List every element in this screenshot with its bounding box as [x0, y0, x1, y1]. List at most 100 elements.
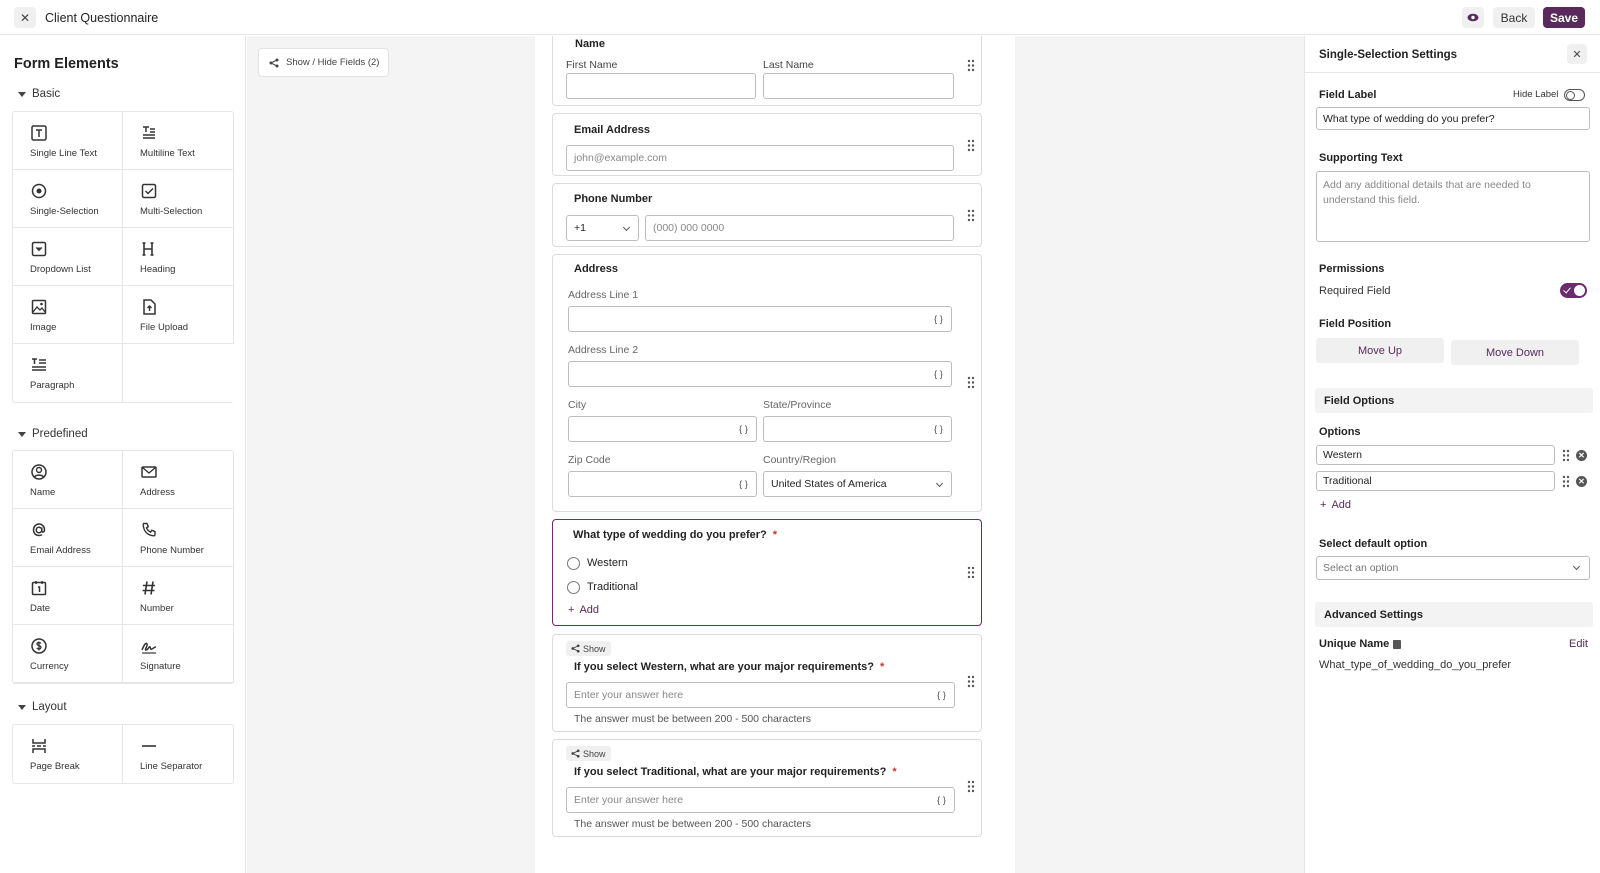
- field-card-western-requirements[interactable]: Show If you select Western, what are you…: [552, 634, 982, 732]
- move-down-button[interactable]: Move Down: [1451, 340, 1579, 365]
- variable-braces-icon[interactable]: { }: [739, 479, 748, 490]
- variable-braces-icon[interactable]: { }: [937, 795, 946, 806]
- element-dropdown-list[interactable]: Dropdown List: [13, 228, 123, 286]
- field-card-email[interactable]: Email Address john@example.com: [552, 113, 982, 176]
- field-card-phone[interactable]: Phone Number +1 (000) 000 0000: [552, 183, 982, 247]
- image-icon: [31, 299, 47, 315]
- hide-label-text: Hide Label: [1513, 89, 1559, 100]
- drag-handle-icon[interactable]: [967, 209, 975, 222]
- drag-handle-icon[interactable]: [967, 675, 975, 688]
- last-name-input[interactable]: [763, 73, 954, 99]
- element-phone-number[interactable]: Phone Number: [123, 509, 234, 567]
- field-card-address[interactable]: Address Address Line 1 { } Address Line …: [552, 254, 982, 512]
- element-page-break[interactable]: Page Break: [13, 725, 123, 783]
- show-condition-tag[interactable]: Show: [566, 641, 611, 656]
- required-field-toggle[interactable]: [1560, 283, 1587, 298]
- checkbox-icon: [141, 183, 157, 199]
- close-icon[interactable]: ✕: [14, 7, 36, 28]
- city-input[interactable]: { }: [568, 416, 757, 442]
- radio-western[interactable]: [567, 557, 580, 570]
- element-paragraph[interactable]: Paragraph: [13, 344, 123, 402]
- field-card-name[interactable]: Name First Name Last Name: [552, 36, 982, 106]
- radio-label: Traditional: [587, 581, 638, 593]
- drag-handle-icon[interactable]: [967, 376, 975, 389]
- remove-option-icon[interactable]: ✕: [1576, 476, 1587, 487]
- element-address[interactable]: Address: [123, 451, 234, 509]
- save-button[interactable]: Save: [1543, 7, 1585, 28]
- variable-braces-icon[interactable]: { }: [937, 690, 946, 701]
- option-input-traditional[interactable]: Traditional: [1316, 471, 1555, 491]
- element-signature[interactable]: Signature: [123, 625, 234, 683]
- city-label: City: [568, 399, 587, 411]
- file-upload-icon: [143, 299, 156, 315]
- element-multi-selection[interactable]: Multi-Selection: [123, 170, 234, 228]
- supporting-text-heading: Supporting Text: [1319, 152, 1403, 164]
- drag-handle-icon[interactable]: [967, 139, 975, 152]
- element-file-upload[interactable]: File Upload: [123, 286, 234, 344]
- address-line1-input[interactable]: { }: [568, 306, 952, 332]
- option-input-western[interactable]: Western: [1316, 445, 1555, 465]
- element-date[interactable]: Date: [13, 567, 123, 625]
- zip-label: Zip Code: [568, 454, 611, 466]
- element-label: Image: [30, 322, 57, 333]
- move-up-button[interactable]: Move Up: [1316, 338, 1444, 363]
- address-line1-label: Address Line 1: [568, 289, 639, 301]
- add-option-button[interactable]: + Add: [1320, 499, 1351, 511]
- field-options-section[interactable]: Field Options: [1315, 388, 1593, 413]
- variable-braces-icon[interactable]: { }: [934, 369, 943, 380]
- element-currency[interactable]: Currency: [13, 625, 123, 683]
- element-single-line-text[interactable]: Single Line Text: [13, 112, 123, 170]
- traditional-answer-input[interactable]: Enter your answer here { }: [566, 787, 955, 813]
- drag-handle-icon[interactable]: [967, 59, 975, 72]
- field-card-wedding-type[interactable]: What type of wedding do you prefer? * Wes…: [552, 519, 982, 626]
- field-card-traditional-requirements[interactable]: Show If you select Traditional, what are…: [552, 739, 982, 837]
- drag-handle-icon[interactable]: [967, 566, 975, 579]
- form-elements-sidebar: Form Elements Basic Single Line Text Mul…: [0, 36, 246, 873]
- drag-handle-icon[interactable]: [1562, 449, 1570, 462]
- show-condition-tag[interactable]: Show: [566, 746, 611, 761]
- add-label: Add: [1331, 499, 1352, 511]
- country-code-select[interactable]: +1: [566, 215, 639, 241]
- first-name-input[interactable]: [566, 73, 756, 99]
- top-bar: ✕ Client Questionnaire Back Save: [0, 0, 1600, 35]
- field-label-input[interactable]: What type of wedding do you prefer?: [1316, 107, 1590, 130]
- address-line2-input[interactable]: { }: [568, 361, 952, 387]
- element-name[interactable]: Name: [13, 451, 123, 509]
- drag-handle-icon[interactable]: [1562, 475, 1570, 488]
- western-answer-input[interactable]: Enter your answer here { }: [566, 682, 955, 708]
- email-input[interactable]: john@example.com: [566, 145, 954, 171]
- default-option-heading: Select default option: [1319, 538, 1428, 550]
- back-button[interactable]: Back: [1493, 7, 1535, 28]
- state-input[interactable]: { }: [763, 416, 952, 442]
- phone-input[interactable]: (000) 000 0000: [645, 215, 954, 241]
- remove-option-icon[interactable]: ✕: [1576, 450, 1587, 461]
- element-single-selection[interactable]: Single-Selection: [13, 170, 123, 228]
- country-select[interactable]: United States of America: [763, 471, 952, 497]
- edit-unique-name-link[interactable]: Edit: [1569, 638, 1588, 650]
- preview-button[interactable]: [1462, 7, 1484, 28]
- default-option-select[interactable]: Select an option: [1316, 556, 1590, 580]
- supporting-text-input[interactable]: Add any additional details that are need…: [1316, 171, 1590, 242]
- drag-handle-icon[interactable]: [967, 780, 975, 793]
- element-image[interactable]: Image: [13, 286, 123, 344]
- add-label: Add: [579, 604, 600, 616]
- element-number[interactable]: Number: [123, 567, 234, 625]
- zip-input[interactable]: { }: [568, 471, 757, 497]
- hide-label-toggle[interactable]: [1564, 89, 1585, 101]
- variable-braces-icon[interactable]: { }: [934, 314, 943, 325]
- radio-traditional[interactable]: [567, 581, 580, 594]
- advanced-settings-section[interactable]: Advanced Settings: [1315, 602, 1593, 627]
- variable-braces-icon[interactable]: { }: [934, 424, 943, 435]
- section-layout[interactable]: Layout: [18, 701, 67, 713]
- element-heading[interactable]: Heading: [123, 228, 234, 286]
- variable-braces-icon[interactable]: { }: [739, 424, 748, 435]
- section-basic[interactable]: Basic: [18, 88, 60, 100]
- add-option-button[interactable]: + Add: [568, 604, 599, 616]
- section-predefined[interactable]: Predefined: [18, 428, 88, 440]
- element-email-address[interactable]: Email Address: [13, 509, 123, 567]
- info-icon[interactable]: [1393, 639, 1402, 649]
- show-hide-fields-button[interactable]: Show / Hide Fields (2): [258, 48, 389, 77]
- element-multiline-text[interactable]: Multiline Text: [123, 112, 234, 170]
- close-icon[interactable]: ✕: [1567, 44, 1587, 64]
- element-line-separator[interactable]: Line Separator: [123, 725, 234, 783]
